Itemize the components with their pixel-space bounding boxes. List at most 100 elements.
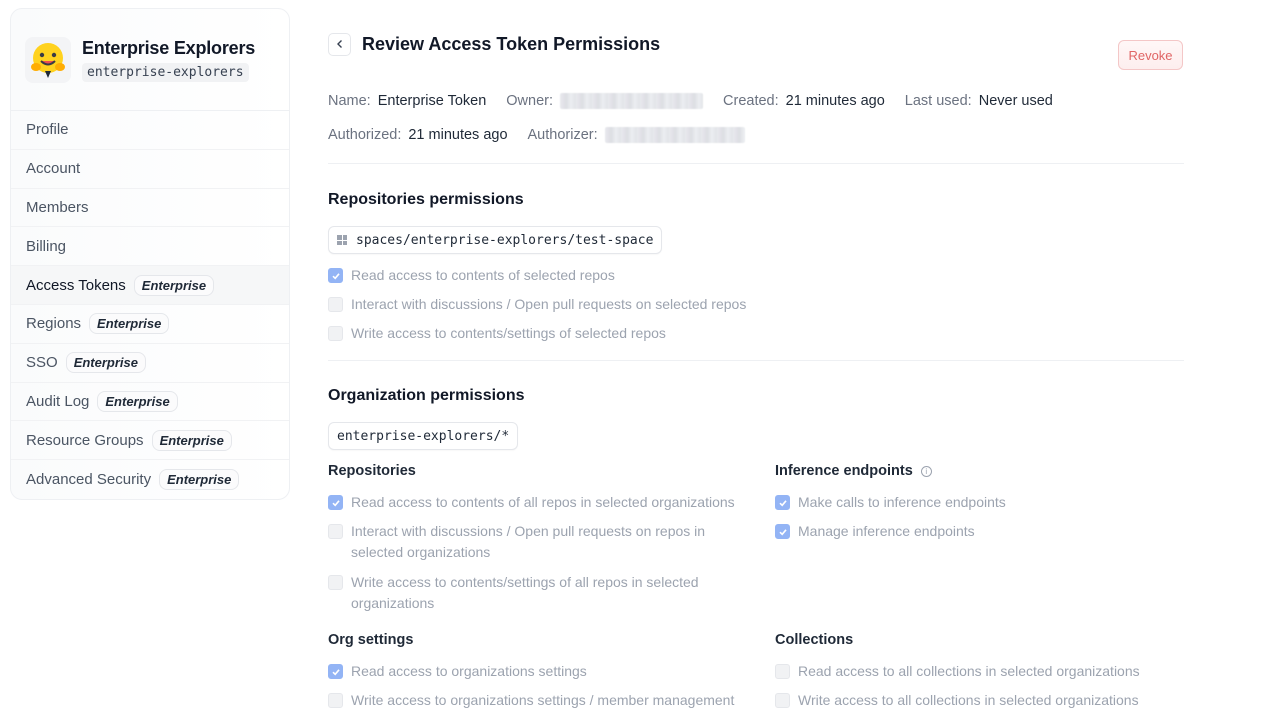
sidebar-item-label: Profile — [26, 121, 69, 139]
checkbox-checked[interactable] — [328, 268, 343, 283]
org-settings-read-checkbox[interactable]: Read access to organizations settings — [328, 661, 587, 682]
label-line: selected organizations — [351, 544, 491, 560]
sidebar-item-label: Billing — [26, 237, 67, 255]
owner-redacted — [560, 93, 704, 109]
subsection-title: Org settings — [328, 632, 414, 648]
org-slug: enterprise-explorers — [82, 62, 249, 82]
checkbox-label: Make calls to inference endpoints — [798, 494, 1006, 510]
label-line: Write access to contents/settings of all… — [351, 574, 699, 590]
org-repo-read-checkbox[interactable]: Read access to contents of all repos in … — [328, 492, 735, 513]
sidebar-item-advanced-security[interactable]: Advanced Security Enterprise — [11, 460, 289, 499]
checkbox-unchecked[interactable] — [328, 575, 343, 590]
subsection-title: Collections — [775, 632, 854, 648]
subsection-title: Repositories — [328, 463, 416, 479]
sidebar-item-label: Account — [26, 160, 81, 178]
checkbox-label: Read access to contents of selected repo… — [351, 267, 615, 283]
enterprise-badge: Enterprise — [151, 429, 232, 451]
authorizer-label: Authorizer: — [527, 127, 598, 143]
token-meta-row-1: Name: Enterprise Token Owner: Created: 2… — [328, 93, 1073, 109]
sidebar-item-label: SSO — [26, 354, 58, 372]
checkbox-unchecked[interactable] — [328, 524, 343, 539]
checkbox-checked[interactable] — [775, 524, 790, 539]
subsection-title: Inference endpoints — [775, 463, 913, 479]
org-repo-write-checkbox[interactable]: Write access to contents/settings of all… — [328, 572, 699, 614]
inference-call-checkbox[interactable]: Make calls to inference endpoints — [775, 492, 1006, 513]
checkbox-checked[interactable] — [775, 495, 790, 510]
enterprise-badge: Enterprise — [159, 469, 240, 491]
repo-write-checkbox[interactable]: Write access to contents/settings of sel… — [328, 323, 666, 344]
checkbox-unchecked[interactable] — [328, 297, 343, 312]
org-repo-discussions-checkbox[interactable]: Interact with discussions / Open pull re… — [328, 521, 705, 563]
back-button[interactable] — [328, 32, 351, 56]
sidebar-item-label: Resource Groups — [26, 431, 144, 449]
label-line: Interact with discussions / Open pull re… — [351, 523, 706, 539]
checkbox-checked[interactable] — [328, 664, 343, 679]
org-header: Enterprise Explorers enterprise-explorer… — [11, 9, 289, 111]
collections-read-checkbox[interactable]: Read access to all collections in select… — [775, 661, 1140, 682]
collections-write-checkbox[interactable]: Write access to all collections in selec… — [775, 690, 1139, 711]
sidebar-item-members[interactable]: Members — [11, 189, 289, 228]
sidebar-item-audit-log[interactable]: Audit Log Enterprise — [11, 383, 289, 422]
created-value: 21 minutes ago — [785, 93, 885, 109]
sidebar-item-label: Advanced Security — [26, 471, 152, 489]
sidebar-item-access-tokens[interactable]: Access Tokens Enterprise — [11, 266, 289, 305]
sidebar-item-account[interactable]: Account — [11, 150, 289, 189]
revoke-button[interactable]: Revoke — [1118, 40, 1183, 70]
owner-label: Owner: — [506, 93, 554, 109]
checkbox-unchecked[interactable] — [328, 326, 343, 341]
authorizer-redacted — [604, 127, 745, 143]
page-title: Review Access Token Permissions — [362, 33, 661, 54]
org-scope: enterprise-explorers/* — [337, 428, 510, 444]
authorized-value: 21 minutes ago — [408, 127, 508, 143]
enterprise-badge: Enterprise — [89, 313, 170, 335]
org-name: Enterprise Explorers — [82, 37, 256, 58]
repo-permissions-title: Repositories permissions — [328, 191, 524, 208]
authorized-label: Authorized: — [328, 127, 402, 143]
enterprise-badge: Enterprise — [97, 390, 178, 412]
title-row: Review Access Token Permissions — [328, 31, 1184, 57]
sidebar-item-label: Members — [26, 198, 89, 216]
collections-title: Collections — [775, 632, 853, 648]
last-used-label: Last used: — [904, 93, 972, 109]
checkbox-label: Write access to all collections in selec… — [798, 692, 1139, 708]
repo-read-checkbox[interactable]: Read access to contents of selected repo… — [328, 265, 615, 286]
sidebar-item-label: Regions — [26, 315, 82, 333]
repo-discussions-checkbox[interactable]: Interact with discussions / Open pull re… — [328, 294, 746, 315]
org-repositories-title: Repositories — [328, 463, 416, 479]
info-icon[interactable]: i — [920, 465, 932, 477]
divider — [328, 360, 1184, 361]
checkbox-unchecked[interactable] — [775, 693, 790, 708]
checkbox-label: Write access to organizations settings /… — [351, 692, 735, 708]
chevron-left-icon — [336, 40, 342, 48]
token-meta-row-2: Authorized: 21 minutes ago Authorizer: — [328, 127, 765, 143]
repo-chip: spaces/enterprise-explorers/test-space — [328, 226, 663, 254]
checkbox-label: Interact with discussions / Open pull re… — [351, 521, 705, 563]
sidebar-item-regions[interactable]: Regions Enterprise — [11, 305, 289, 344]
checkbox-label: Read access to organizations settings — [351, 663, 587, 679]
sidebar-item-resource-groups[interactable]: Resource Groups Enterprise — [11, 421, 289, 461]
org-sidebar: Enterprise Explorers enterprise-explorer… — [10, 8, 290, 500]
hugging-face-emoji-icon — [25, 36, 71, 83]
sidebar-item-sso[interactable]: SSO Enterprise — [11, 344, 289, 383]
repo-name: spaces/enterprise-explorers/test-space — [356, 232, 654, 248]
inference-manage-checkbox[interactable]: Manage inference endpoints — [775, 521, 975, 542]
checkbox-label: Write access to contents/settings of sel… — [351, 325, 666, 341]
checkbox-label: Manage inference endpoints — [798, 523, 975, 539]
org-permissions-title: Organization permissions — [328, 387, 525, 404]
created-label: Created: — [723, 93, 779, 109]
label-line: organizations — [351, 595, 435, 611]
checkbox-unchecked[interactable] — [328, 693, 343, 708]
checkbox-checked[interactable] — [328, 495, 343, 510]
sidebar-item-profile[interactable]: Profile — [11, 111, 289, 150]
sidebar-item-billing[interactable]: Billing — [11, 227, 289, 267]
org-scope-chip: enterprise-explorers/* — [328, 422, 519, 450]
sidebar-item-label: Access Tokens — [26, 276, 126, 294]
enterprise-badge: Enterprise — [133, 274, 215, 296]
sidebar-item-label: Audit Log — [26, 392, 90, 410]
main-content: Review Access Token Permissions Revoke N… — [328, 0, 1184, 708]
org-settings-write-checkbox[interactable]: Write access to organizations settings /… — [328, 690, 734, 711]
org-settings-title: Org settings — [328, 632, 413, 648]
name-value: Enterprise Token — [377, 93, 487, 109]
space-grid-icon — [337, 235, 347, 245]
checkbox-unchecked[interactable] — [775, 664, 790, 679]
